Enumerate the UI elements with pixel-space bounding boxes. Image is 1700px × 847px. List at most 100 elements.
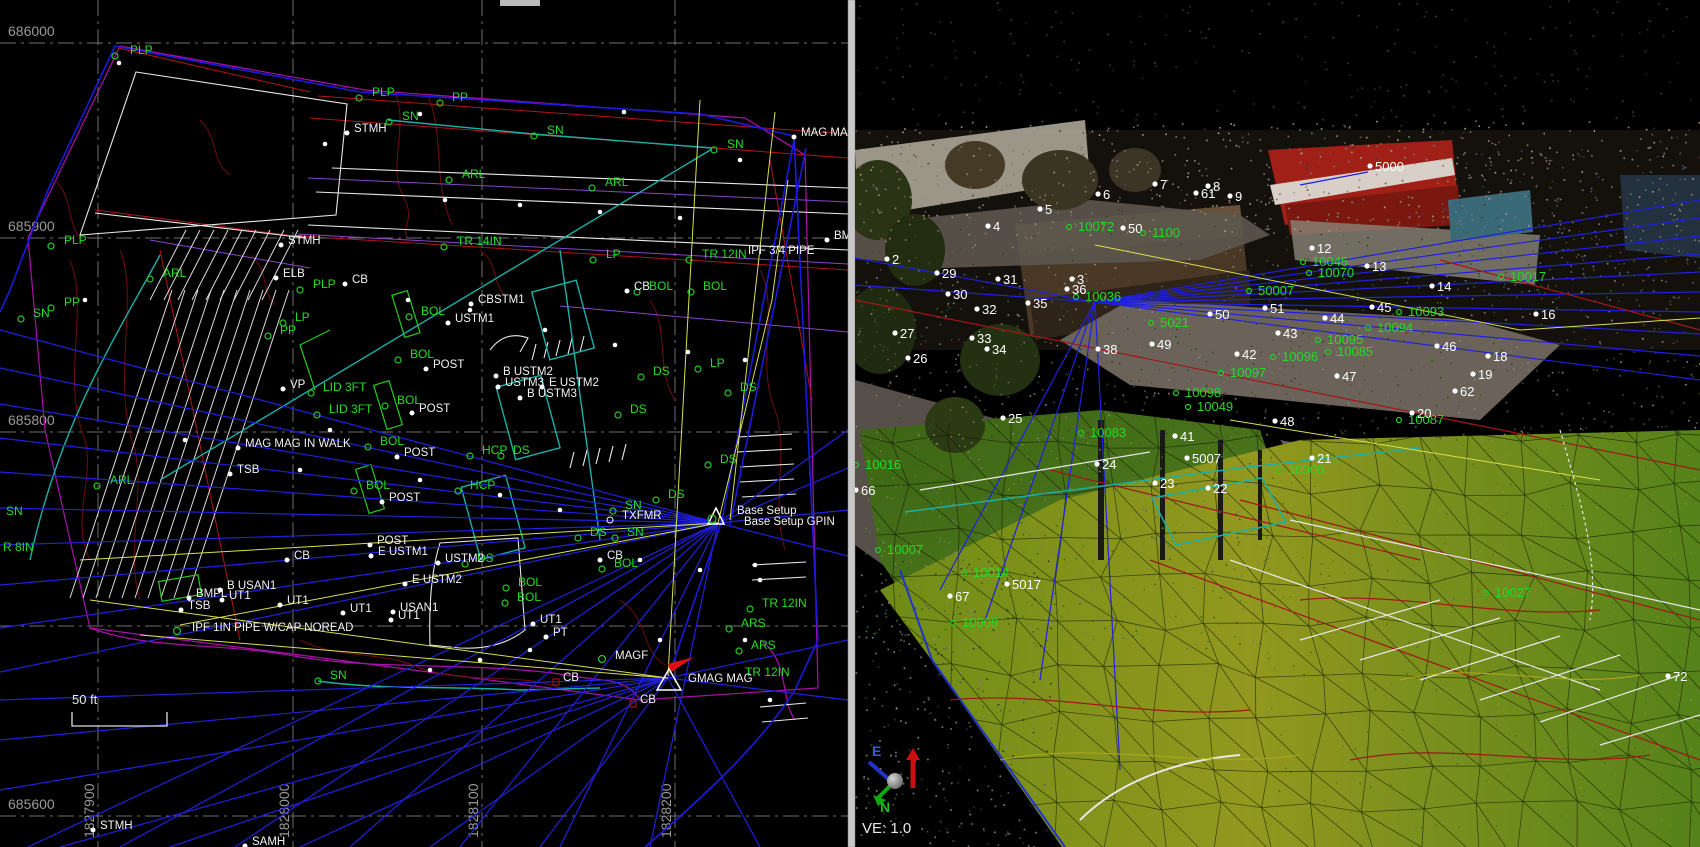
survey-point-marker[interactable] (624, 288, 630, 294)
survey-point-marker[interactable] (1152, 480, 1158, 486)
survey-point-marker[interactable] (344, 130, 350, 136)
point-dot[interactable] (477, 657, 483, 663)
survey-point-marker[interactable] (1064, 286, 1070, 292)
point-dot[interactable] (697, 567, 703, 573)
survey-point-marker[interactable] (1234, 351, 1240, 357)
survey-point-marker[interactable] (517, 395, 523, 401)
survey-point-marker[interactable] (379, 499, 385, 505)
survey-point-marker[interactable] (493, 373, 499, 379)
survey-point-marker[interactable] (402, 581, 408, 587)
survey-point-marker[interactable] (1434, 343, 1440, 349)
survey-point-marker[interactable] (445, 320, 451, 326)
survey-point-marker[interactable] (1334, 373, 1340, 379)
survey-point-marker[interactable] (1364, 263, 1370, 269)
point-dot[interactable] (685, 349, 691, 355)
survey-point-marker[interactable] (892, 330, 898, 336)
survey-point-marker[interactable] (186, 595, 192, 601)
survey-point-marker[interactable] (1452, 388, 1458, 394)
survey-point-marker[interactable] (367, 542, 373, 548)
point-dot[interactable] (621, 109, 627, 115)
point-dot[interactable] (752, 562, 758, 568)
survey-point-marker[interactable] (1184, 455, 1190, 461)
survey-point-marker[interactable] (1149, 341, 1155, 347)
point-dot[interactable] (405, 297, 411, 303)
survey-point-marker[interactable] (1262, 305, 1268, 311)
survey-point-marker[interactable] (1004, 581, 1010, 587)
point-dot[interactable] (497, 492, 503, 498)
survey-point-marker[interactable] (1207, 311, 1213, 317)
survey-point-marker[interactable] (1533, 311, 1539, 317)
survey-point-marker[interactable] (1272, 418, 1278, 424)
survey-point-marker[interactable] (1369, 304, 1375, 310)
survey-point-marker[interactable] (1322, 315, 1328, 321)
survey-point-marker[interactable] (597, 557, 603, 563)
point-dot[interactable] (637, 557, 643, 563)
survey-point-marker[interactable] (1485, 353, 1491, 359)
point-dot[interactable] (742, 637, 748, 643)
point-dot[interactable] (677, 215, 683, 221)
survey-point-marker[interactable] (227, 471, 233, 477)
survey-point-marker[interactable] (791, 134, 797, 140)
survey-point-marker[interactable] (1665, 673, 1671, 679)
survey-point-marker[interactable] (969, 335, 975, 341)
survey-point-marker[interactable] (1193, 190, 1199, 196)
survey-point-marker[interactable] (388, 617, 394, 623)
survey-point-marker[interactable] (985, 223, 991, 229)
point-dot[interactable] (442, 197, 448, 203)
point-dot[interactable] (427, 667, 433, 673)
point-dot[interactable] (542, 327, 548, 333)
survey-point-marker[interactable] (1227, 193, 1233, 199)
survey-point-marker[interactable] (1025, 300, 1031, 306)
survey-point-marker[interactable] (1037, 206, 1043, 212)
survey-point-marker[interactable] (368, 553, 374, 559)
survey-point-marker[interactable] (423, 366, 429, 372)
survey-point-marker[interactable] (824, 237, 830, 243)
survey-point-marker[interactable] (945, 291, 951, 297)
survey-point-marker[interactable] (1152, 181, 1158, 187)
survey-point-marker[interactable] (543, 634, 549, 640)
survey-point-marker[interactable] (1069, 276, 1075, 282)
survey-point-marker[interactable] (178, 607, 184, 613)
point-dot[interactable] (417, 477, 423, 483)
survey-point-marker[interactable] (435, 560, 441, 566)
survey-point-marker[interactable] (394, 454, 400, 460)
survey-point-marker[interactable] (884, 256, 890, 262)
survey-point-marker[interactable] (1429, 283, 1435, 289)
point-dot[interactable] (82, 297, 88, 303)
survey-point-marker[interactable] (342, 281, 348, 287)
survey-point-marker[interactable] (995, 276, 1001, 282)
survey-point-marker[interactable] (1309, 245, 1315, 251)
survey-point-marker[interactable] (1172, 433, 1178, 439)
point-dot[interactable] (757, 577, 763, 583)
point-dot[interactable] (612, 342, 618, 348)
survey-point-marker[interactable] (409, 410, 415, 416)
survey-point-marker[interactable] (90, 827, 96, 833)
survey-point-marker[interactable] (934, 270, 940, 276)
survey-point-marker[interactable] (1367, 163, 1373, 169)
survey-point-marker[interactable] (1094, 461, 1100, 467)
survey-point-marker[interactable] (1309, 455, 1315, 461)
point-dot[interactable] (737, 157, 743, 163)
survey-point-marker[interactable] (280, 386, 286, 392)
survey-point-marker[interactable] (530, 621, 536, 627)
point-dot[interactable] (597, 209, 603, 215)
survey-point-marker[interactable] (974, 306, 980, 312)
point-dot[interactable] (327, 427, 333, 433)
survey-point-marker[interactable] (947, 593, 953, 599)
panel-splitter[interactable] (847, 0, 856, 847)
survey-point-marker[interactable] (1275, 330, 1281, 336)
survey-point-marker[interactable] (219, 597, 225, 603)
point-dot[interactable] (557, 507, 563, 513)
survey-point-marker[interactable] (390, 609, 396, 615)
point-dot[interactable] (657, 637, 663, 643)
point-dot[interactable] (322, 141, 328, 147)
survey-point-marker[interactable] (278, 242, 284, 248)
survey-point-marker[interactable] (235, 445, 241, 451)
point-dot[interactable] (116, 60, 122, 66)
point-dot[interactable] (742, 357, 748, 363)
survey-point-marker[interactable] (273, 275, 279, 281)
point-dot[interactable] (417, 111, 423, 117)
survey-point-marker[interactable] (468, 301, 474, 307)
survey-point-marker[interactable] (1120, 225, 1126, 231)
point-dot[interactable] (517, 202, 523, 208)
